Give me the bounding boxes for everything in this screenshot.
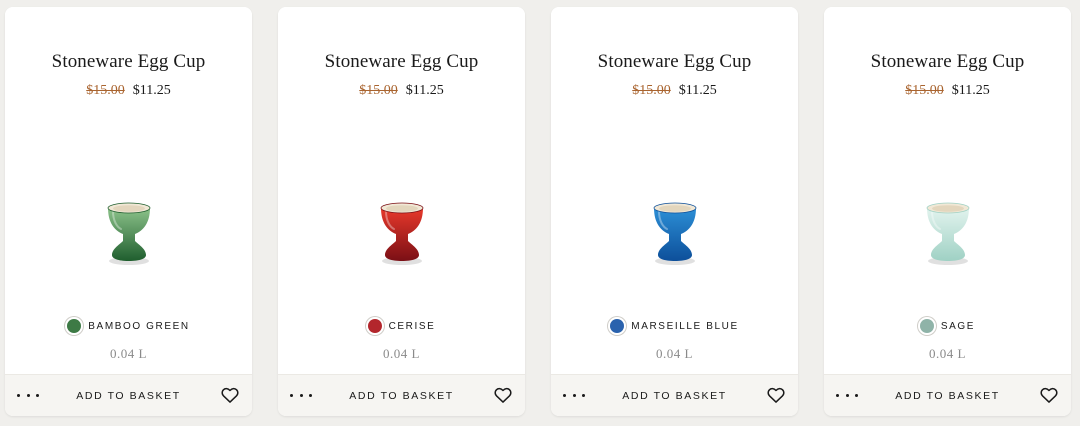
product-title[interactable]: Stoneware Egg Cup: [551, 51, 798, 73]
heart-icon[interactable]: [493, 385, 513, 405]
more-dots-icon: [290, 393, 312, 397]
product-card[interactable]: Stoneware Egg Cup $15.00 $11.25 BAMBOO GR…: [5, 7, 252, 416]
product-title[interactable]: Stoneware Egg Cup: [5, 51, 252, 73]
product-title[interactable]: Stoneware Egg Cup: [824, 51, 1071, 73]
add-to-basket-button[interactable]: ADD TO BASKET: [622, 375, 726, 416]
colour-swatch-row[interactable]: SAGE: [824, 319, 1071, 333]
product-capacity: 0.04 L: [656, 346, 693, 361]
sale-price: $11.25: [132, 83, 171, 98]
card-actions: ADD TO BASKET: [5, 374, 252, 416]
product-card-body[interactable]: Stoneware Egg Cup $15.00 $11.25 SAGE 0.04…: [824, 7, 1071, 374]
product-card-body[interactable]: Stoneware Egg Cup $15.00 $11.25 MARSEILLE…: [551, 7, 798, 374]
heart-icon[interactable]: [766, 385, 786, 405]
colour-swatch[interactable]: [367, 319, 382, 333]
sale-price: $11.25: [678, 83, 717, 98]
product-image[interactable]: [645, 191, 705, 271]
colour-swatch[interactable]: [67, 319, 82, 333]
add-to-basket-button[interactable]: ADD TO BASKET: [895, 375, 999, 416]
product-image[interactable]: [918, 191, 978, 271]
more-dots-icon: [563, 393, 585, 397]
original-price: $15.00: [905, 83, 944, 98]
product-title[interactable]: Stoneware Egg Cup: [278, 51, 525, 73]
product-image[interactable]: [99, 191, 159, 271]
card-actions: ADD TO BASKET: [551, 374, 798, 416]
product-card[interactable]: Stoneware Egg Cup $15.00 $11.25 SAGE 0.04…: [824, 7, 1071, 416]
more-options-button[interactable]: [836, 383, 858, 407]
colour-name: SAGE: [940, 320, 976, 332]
product-card-body[interactable]: Stoneware Egg Cup $15.00 $11.25 CERISE 0.…: [278, 7, 525, 374]
sale-price: $11.25: [951, 83, 990, 98]
colour-name: BAMBOO GREEN: [88, 320, 190, 332]
sale-price: $11.25: [405, 83, 444, 98]
product-card[interactable]: Stoneware Egg Cup $15.00 $11.25 MARSEILLE…: [551, 7, 798, 416]
product-capacity: 0.04 L: [929, 346, 966, 361]
card-actions: ADD TO BASKET: [278, 374, 525, 416]
product-card-body[interactable]: Stoneware Egg Cup $15.00 $11.25 BAMBOO GR…: [5, 7, 252, 374]
heart-icon[interactable]: [220, 385, 240, 405]
colour-name: CERISE: [388, 320, 436, 332]
product-price: $15.00 $11.25: [824, 83, 1071, 99]
heart-icon[interactable]: [1039, 385, 1059, 405]
more-dots-icon: [17, 393, 39, 397]
product-price: $15.00 $11.25: [551, 83, 798, 99]
add-to-basket-button[interactable]: ADD TO BASKET: [349, 375, 453, 416]
product-card[interactable]: Stoneware Egg Cup $15.00 $11.25 CERISE 0.…: [278, 7, 525, 416]
product-price: $15.00 $11.25: [5, 83, 252, 99]
colour-name: MARSEILLE BLUE: [631, 320, 739, 332]
colour-swatch-row[interactable]: BAMBOO GREEN: [5, 319, 252, 333]
more-options-button[interactable]: [290, 383, 312, 407]
product-capacity: 0.04 L: [110, 346, 147, 361]
original-price: $15.00: [632, 83, 671, 98]
product-grid: Stoneware Egg Cup $15.00 $11.25 BAMBOO GR…: [0, 0, 1080, 426]
colour-swatch-row[interactable]: CERISE: [278, 319, 525, 333]
card-actions: ADD TO BASKET: [824, 374, 1071, 416]
original-price: $15.00: [359, 83, 398, 98]
colour-swatch-row[interactable]: MARSEILLE BLUE: [551, 319, 798, 333]
product-price: $15.00 $11.25: [278, 83, 525, 99]
more-dots-icon: [836, 393, 858, 397]
colour-swatch[interactable]: [919, 319, 934, 333]
more-options-button[interactable]: [17, 383, 39, 407]
product-image[interactable]: [372, 191, 432, 271]
original-price: $15.00: [86, 83, 125, 98]
add-to-basket-button[interactable]: ADD TO BASKET: [76, 375, 180, 416]
more-options-button[interactable]: [563, 383, 585, 407]
product-capacity: 0.04 L: [383, 346, 420, 361]
colour-swatch[interactable]: [610, 319, 625, 333]
